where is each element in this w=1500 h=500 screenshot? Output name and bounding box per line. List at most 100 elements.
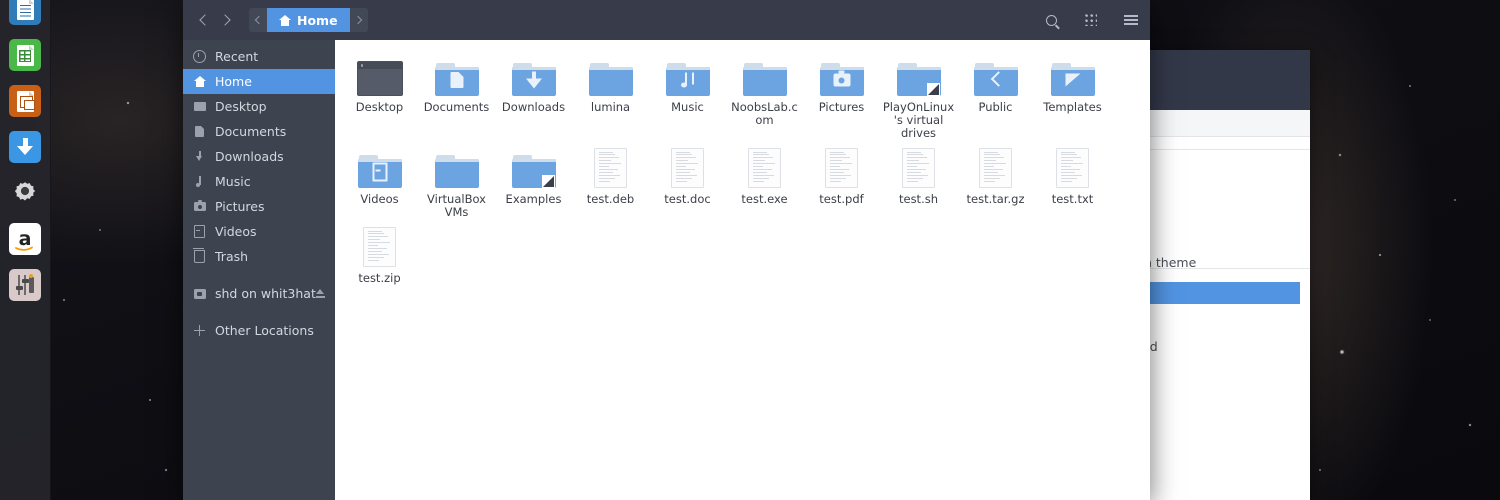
document-file-icon [1049, 146, 1097, 188]
file-item[interactable]: test.sh [880, 142, 957, 221]
background-window[interactable]: n theme ed se [1122, 50, 1310, 500]
file-name-label: Desktop [355, 100, 404, 114]
file-manager-window[interactable]: Home Recent Home Desktop Documents Downloads… [183, 0, 1150, 500]
folder-icon [818, 54, 866, 96]
sidebar-item-label: Downloads [215, 149, 284, 164]
background-window-content[interactable]: n theme ed se [1122, 137, 1310, 500]
sidebar-item-device[interactable]: shd on whit3hat [183, 281, 335, 306]
desktop-icon [193, 100, 206, 113]
folder-icon [741, 54, 789, 96]
file-item[interactable]: lumina [572, 50, 649, 142]
desktop-folder-icon [356, 54, 404, 96]
sidebar-item-trash[interactable]: Trash [183, 244, 335, 269]
document-file-icon [818, 146, 866, 188]
amazon-icon: a [9, 223, 41, 255]
file-item[interactable]: VirtualBox VMs [418, 142, 495, 221]
sidebar-device-label: shd on whit3hat [215, 286, 316, 301]
file-name-label: Music [671, 100, 704, 114]
sidebar-item-label: Music [215, 174, 251, 189]
sidebar-item-downloads[interactable]: Downloads [183, 144, 335, 169]
file-item[interactable]: test.tar.gz [957, 142, 1034, 221]
folder-icon [433, 146, 481, 188]
search-button[interactable] [1042, 11, 1060, 29]
file-item[interactable]: Videos [341, 142, 418, 221]
symlink-emblem-icon [541, 175, 555, 188]
forward-button[interactable] [215, 8, 237, 32]
sidebar-item-label: Home [215, 74, 252, 89]
sidebar-item-other-locations[interactable]: Other Locations [183, 318, 335, 343]
sidebar[interactable]: Recent Home Desktop Documents Downloads Music… [183, 40, 335, 500]
sidebar-item-home[interactable]: Home [183, 69, 335, 94]
launcher-dock[interactable]: a [0, 0, 51, 500]
sidebar-item-label: Documents [215, 124, 287, 139]
file-name-label: test.pdf [819, 192, 864, 206]
sidebar-item-music[interactable]: Music [183, 169, 335, 194]
folder-icon [356, 146, 404, 188]
hamburger-icon [1124, 15, 1138, 25]
download-icon [193, 150, 206, 163]
file-name-label: test.deb [586, 192, 635, 206]
dock-item-libreoffice-writer[interactable] [0, 0, 50, 32]
sidebar-item-pictures[interactable]: Pictures [183, 194, 335, 219]
search-icon [1045, 14, 1057, 26]
music-icon [193, 175, 206, 188]
file-name-label: test.txt [1051, 192, 1094, 206]
file-name-label: test.sh [898, 192, 939, 206]
sidebar-item-documents[interactable]: Documents [183, 119, 335, 144]
file-name-label: test.tar.gz [966, 192, 1025, 206]
eject-icon[interactable] [316, 289, 325, 298]
file-manager-headerbar[interactable]: Home [183, 0, 1150, 40]
dock-item-libreoffice-impress[interactable] [0, 78, 50, 124]
folder-icon [972, 54, 1020, 96]
breadcrumb-next-button[interactable] [349, 8, 368, 32]
file-item[interactable]: Templates [1034, 50, 1111, 142]
dock-item-audio-mixer[interactable] [0, 262, 50, 308]
menu-button[interactable] [1122, 11, 1140, 29]
file-item[interactable]: Pictures [803, 50, 880, 142]
file-item[interactable]: test.exe [726, 142, 803, 221]
file-item[interactable]: test.doc [649, 142, 726, 221]
document-file-icon [587, 146, 635, 188]
file-item[interactable]: Documents [418, 50, 495, 142]
file-item[interactable]: PlayOnLinux's virtual drives [880, 50, 957, 142]
breadcrumb[interactable]: Home [249, 8, 368, 32]
document-file-icon [741, 146, 789, 188]
file-item[interactable]: Music [649, 50, 726, 142]
sidebar-item-recent[interactable]: Recent [183, 44, 335, 69]
file-item[interactable]: Desktop [341, 50, 418, 142]
file-grid[interactable]: Desktop Documents Downloads lumina Music Noob… [335, 40, 1150, 500]
file-name-label: VirtualBox VMs [427, 192, 486, 219]
sidebar-item-label: Videos [215, 224, 257, 239]
folder-icon [433, 54, 481, 96]
file-item[interactable]: test.pdf [803, 142, 880, 221]
file-item[interactable]: Public [957, 50, 1034, 142]
file-item[interactable]: test.txt [1034, 142, 1111, 221]
background-window-titlebar[interactable] [1122, 50, 1310, 110]
back-button[interactable] [193, 8, 215, 32]
chevron-left-icon [199, 14, 211, 26]
writer-icon [9, 0, 41, 25]
camera-icon [193, 200, 206, 213]
dock-item-amazon[interactable]: a [0, 216, 50, 262]
background-text-theme: n theme [1144, 255, 1197, 270]
sidebar-item-videos[interactable]: Videos [183, 219, 335, 244]
home-icon [193, 75, 206, 88]
sidebar-item-desktop[interactable]: Desktop [183, 94, 335, 119]
file-item[interactable]: test.deb [572, 142, 649, 221]
view-options-button[interactable] [1082, 11, 1100, 29]
file-name-label: NoobsLab.com [731, 100, 798, 127]
file-item[interactable]: Examples [495, 142, 572, 221]
folder-icon [664, 54, 712, 96]
chevron-right-icon [219, 14, 231, 26]
breadcrumb-item-home[interactable]: Home [267, 8, 350, 32]
breadcrumb-prev-button[interactable] [249, 8, 267, 32]
file-item[interactable]: Downloads [495, 50, 572, 142]
file-item[interactable]: test.zip [341, 221, 418, 287]
dock-item-downloader[interactable] [0, 124, 50, 170]
folder-icon [510, 54, 558, 96]
file-item[interactable]: NoobsLab.com [726, 50, 803, 142]
dock-item-system-settings[interactable] [0, 170, 50, 216]
dock-item-libreoffice-calc[interactable] [0, 32, 50, 78]
document-file-icon [356, 225, 404, 267]
background-window-toolbar[interactable] [1122, 110, 1310, 137]
